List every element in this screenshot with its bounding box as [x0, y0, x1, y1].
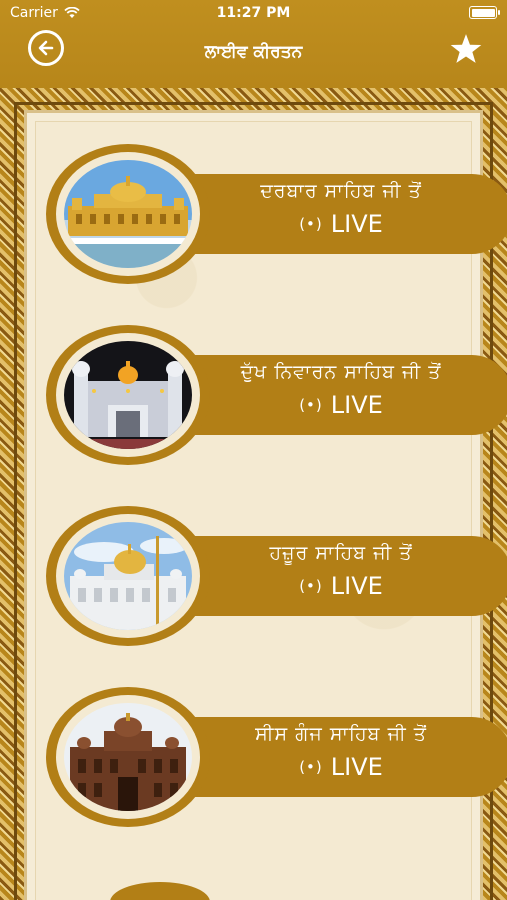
- dukh-nivaran-sahib-photo: [64, 341, 192, 449]
- hazur-sahib-photo: [64, 522, 192, 630]
- shrine-card-sis-ganj-sahib[interactable]: ਸੀਸ ਗੰਜ ਸਾਹਿਬ ਜੀ ਤੋਂ (•) LIVE: [46, 687, 507, 827]
- navigation-bar: ਲਾਈਵ ਕੀਰਤਨ: [0, 26, 507, 88]
- shrine-card-dukh-nivaran-sahib[interactable]: ਦੁੱਖ ਨਿਵਾਰਨ ਸਾਹਿਬ ਜੀ ਤੋਂ (•) LIVE: [46, 325, 507, 465]
- broadcast-icon: (•): [299, 577, 323, 595]
- shrine-card-darbar-sahib[interactable]: ਦਰਬਾਰ ਸਾਹਿਬ ਜੀ ਤੋਂ (•) LIVE: [46, 144, 507, 284]
- battery-icon: [469, 6, 500, 19]
- live-label: LIVE: [330, 572, 383, 600]
- live-label: LIVE: [330, 210, 383, 238]
- live-indicator: (•) LIVE: [216, 391, 466, 419]
- broadcast-icon: (•): [299, 215, 323, 233]
- broadcast-icon: (•): [299, 396, 323, 414]
- clock: 11:27 PM: [216, 5, 291, 21]
- live-indicator: (•) LIVE: [216, 572, 466, 600]
- shrine-name: ਸੀਸ ਗੰਜ ਸਾਹਿਬ ਜੀ ਤੋਂ: [255, 723, 427, 745]
- live-label: LIVE: [330, 753, 383, 781]
- broadcast-icon: (•): [299, 758, 323, 776]
- live-indicator: (•) LIVE: [216, 753, 466, 781]
- page-title: ਲਾਈਵ ਕੀਰਤਨ: [204, 42, 303, 62]
- favorite-star-icon[interactable]: [449, 32, 483, 66]
- live-label: LIVE: [330, 391, 383, 419]
- shrine-name: ਹਜ਼ੂਰ ਸਾਹਿਬ ਜੀ ਤੋਂ: [269, 542, 413, 564]
- shrine-name: ਦਰਬਾਰ ਸਾਹਿਬ ਜੀ ਤੋਂ: [260, 180, 422, 202]
- status-bar: Carrier 11:27 PM: [0, 0, 507, 26]
- shrine-card-hazur-sahib[interactable]: ਹਜ਼ੂਰ ਸਾਹਿਬ ਜੀ ਤੋਂ (•) LIVE: [46, 506, 507, 646]
- sis-ganj-sahib-photo: [64, 703, 192, 811]
- darbar-sahib-photo: [64, 160, 192, 268]
- top-bar: Carrier 11:27 PM ਲਾਈਵ ਕੀਰਤਨ: [0, 0, 507, 88]
- shrine-name: ਦੁੱਖ ਨਿਵਾਰਨ ਸਾਹਿਬ ਜੀ ਤੋਂ: [240, 361, 442, 383]
- live-indicator: (•) LIVE: [216, 210, 466, 238]
